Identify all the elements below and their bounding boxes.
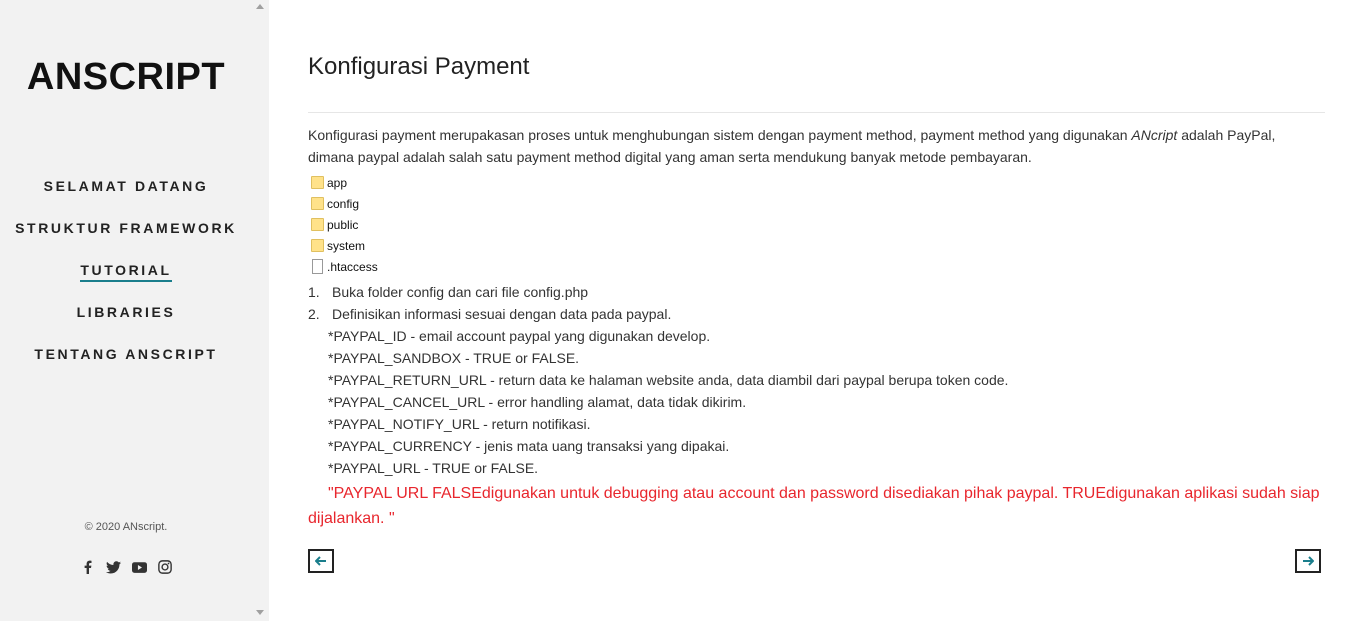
definition-item: *PAYPAL_SANDBOX - TRUE or FALSE.: [328, 350, 580, 366]
scroll-down-arrow-icon[interactable]: [256, 610, 264, 615]
copyright-text: © 2020 ANscript.: [84, 521, 168, 533]
definition-item: *PAYPAL_ID - email account paypal yang d…: [328, 328, 711, 344]
file-tree-item: app: [311, 172, 378, 193]
sidebar: ANSCRIPT SELAMAT DATANG STRUKTUR FRAMEWO…: [0, 0, 269, 621]
nav-item-selamat-datang[interactable]: SELAMAT DATANG: [0, 178, 252, 220]
page-title: Konfigurasi Payment: [308, 53, 530, 80]
definition-item: *PAYPAL_CURRENCY - jenis mata uang trans…: [328, 438, 730, 454]
scroll-up-arrow-icon[interactable]: [256, 4, 264, 9]
step-text: Definisikan informasi sesuai dengan data…: [332, 306, 672, 322]
file-tree: app config public system .htaccess: [311, 172, 378, 277]
warning-note: "PAYPAL URL FALSEdigunakan untuk debuggi…: [308, 479, 1325, 531]
nav-item-label[interactable]: TUTORIAL: [80, 262, 172, 282]
file-name: config: [327, 196, 360, 211]
social-links: [0, 559, 252, 575]
steps-list: 1. Buka folder config dan cari file conf…: [308, 281, 1325, 531]
file-tree-item: public: [311, 214, 378, 235]
warning-note-text: "PAYPAL URL FALSEdigunakan untuk debuggi…: [308, 485, 1320, 527]
instagram-icon[interactable]: [157, 559, 173, 575]
file-icon: [312, 259, 323, 274]
folder-icon: [311, 176, 324, 189]
step-number: 1.: [308, 284, 320, 300]
nav-item-libraries[interactable]: LIBRARIES: [0, 304, 252, 346]
list-item: 2. Definisikan informasi sesuai dengan d…: [308, 303, 1325, 325]
arrow-left-icon: [315, 556, 326, 566]
youtube-icon[interactable]: [131, 559, 147, 575]
file-tree-item: config: [311, 193, 378, 214]
sidebar-scrollbar[interactable]: [252, 0, 269, 621]
twitter-icon[interactable]: [105, 559, 121, 575]
nav-item-tentang-anscript[interactable]: TENTANG ANSCRIPT: [0, 346, 252, 388]
definition-item: *PAYPAL_RETURN_URL - return data ke hala…: [328, 372, 1009, 388]
file-tree-item: .htaccess: [311, 256, 378, 277]
file-tree-item: system: [311, 235, 378, 256]
nav-item-tutorial[interactable]: TUTORIAL: [0, 262, 252, 304]
next-page-button[interactable]: [1295, 549, 1321, 573]
step-text: Buka folder config dan cari file config.…: [332, 284, 589, 300]
definitions-list: *PAYPAL_ID - email account paypal yang d…: [308, 325, 1325, 479]
definition-item: *PAYPAL_CANCEL_URL - error handling alam…: [328, 394, 747, 410]
file-name: .htaccess: [327, 259, 378, 274]
folder-icon: [311, 218, 324, 231]
divider: [308, 112, 1325, 113]
definition-item: *PAYPAL_URL - TRUE or FALSE.: [328, 460, 539, 476]
intro-paragraph: Konfigurasi payment merupakasan proses u…: [308, 124, 1325, 168]
list-item: 1. Buka folder config dan cari file conf…: [308, 281, 1325, 303]
definition-item: *PAYPAL_NOTIFY_URL - return notifikasi.: [328, 416, 591, 432]
intro-text-1: Konfigurasi payment merupakasan proses u…: [308, 127, 1132, 143]
folder-icon: [311, 239, 324, 252]
nav-item-struktur-framework[interactable]: STRUKTUR FRAMEWORK: [0, 220, 252, 262]
nav-item-label[interactable]: SELAMAT DATANG: [44, 178, 209, 196]
site-logo[interactable]: ANSCRIPT: [0, 56, 252, 99]
arrow-right-icon: [1303, 556, 1314, 566]
nav-item-label[interactable]: STRUKTUR FRAMEWORK: [15, 220, 237, 238]
folder-icon: [311, 197, 324, 210]
sidebar-nav: SELAMAT DATANG STRUKTUR FRAMEWORK TUTORI…: [0, 178, 252, 388]
file-name: public: [327, 217, 359, 232]
prev-page-button[interactable]: [308, 549, 334, 573]
facebook-icon[interactable]: [79, 559, 95, 575]
intro-brand: ANcript: [1131, 127, 1178, 143]
file-name: system: [327, 238, 366, 253]
nav-item-label[interactable]: TENTANG ANSCRIPT: [34, 346, 217, 364]
file-name: app: [327, 175, 348, 190]
nav-item-label[interactable]: LIBRARIES: [77, 304, 176, 322]
step-number: 2.: [308, 306, 320, 322]
